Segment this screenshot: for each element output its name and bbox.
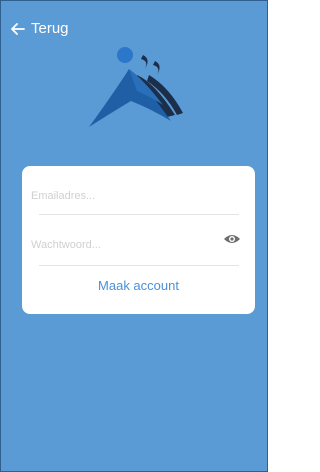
top-bar: Terug xyxy=(1,1,267,51)
email-input[interactable] xyxy=(29,184,213,208)
eye-icon[interactable] xyxy=(223,233,241,245)
app-screen: Terug Emailadres... Maak account xyxy=(0,0,268,472)
back-button[interactable]: Terug xyxy=(11,21,69,36)
app-logo xyxy=(85,45,193,133)
password-input[interactable] xyxy=(29,233,213,257)
password-field-row xyxy=(22,223,255,263)
back-label: Terug xyxy=(31,20,69,37)
email-field-row xyxy=(22,174,255,214)
create-account-link[interactable]: Maak account xyxy=(22,278,255,293)
arrow-left-icon xyxy=(11,22,25,35)
login-card: Maak account xyxy=(22,166,255,314)
password-divider xyxy=(39,265,239,266)
email-divider xyxy=(39,214,239,215)
